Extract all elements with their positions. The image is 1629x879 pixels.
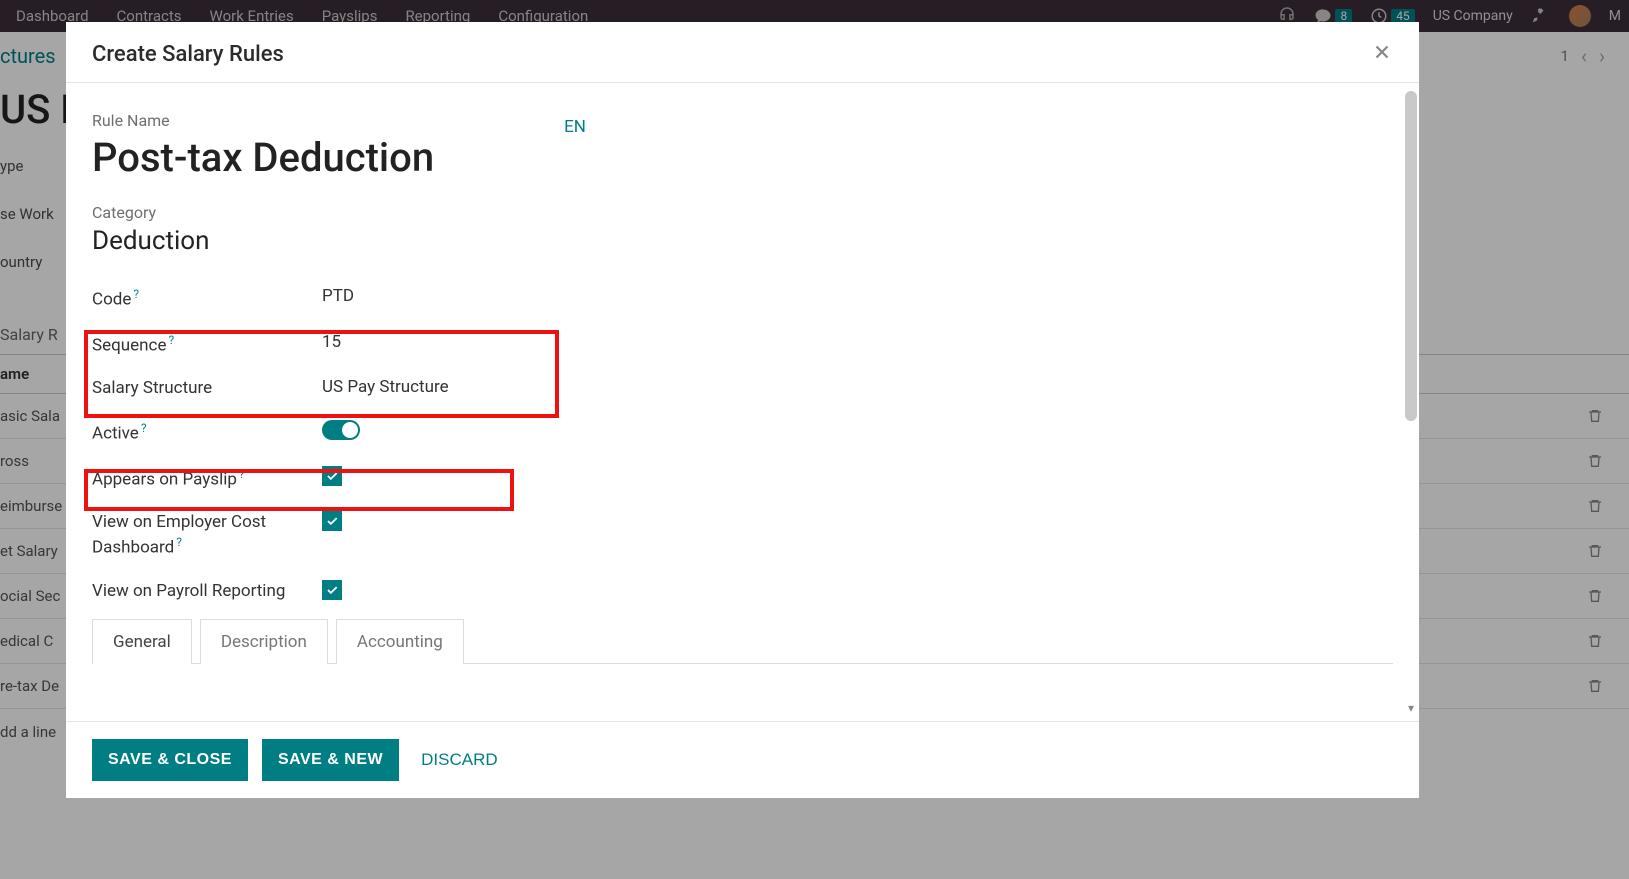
rule-name-label: Rule Name — [92, 111, 434, 130]
help-icon[interactable]: ? — [141, 421, 147, 435]
save-new-button[interactable]: SAVE & NEW — [262, 739, 399, 781]
field-payroll-reporting: View on Payroll Reporting — [92, 570, 622, 613]
modal-footer: SAVE & CLOSE SAVE & NEW DISCARD — [66, 721, 1419, 798]
structure-input[interactable]: US Pay Structure — [322, 377, 449, 397]
sequence-label: Sequence — [92, 335, 166, 355]
field-employer-cost: View on Employer Cost Dashboard? — [92, 501, 622, 570]
field-appears-on-payslip: Appears on Payslip? — [92, 456, 622, 502]
help-icon[interactable]: ? — [176, 535, 182, 549]
rule-name-input[interactable]: Post-tax Deduction — [92, 134, 434, 181]
reporting-checkbox[interactable] — [322, 580, 342, 600]
field-code: Code? PTD — [92, 276, 622, 322]
field-active: Active? — [92, 410, 622, 456]
create-salary-rules-modal: Create Salary Rules ▾ Rule Name Post-tax… — [66, 22, 1419, 798]
help-icon[interactable]: ? — [239, 467, 245, 481]
active-toggle[interactable] — [322, 420, 360, 440]
modal-title: Create Salary Rules — [92, 42, 284, 67]
help-icon[interactable]: ? — [168, 333, 174, 347]
category-label: Category — [92, 203, 1393, 222]
scroll-down-icon[interactable]: ▾ — [1405, 701, 1417, 715]
save-close-button[interactable]: SAVE & CLOSE — [92, 739, 248, 781]
language-button[interactable]: EN — [564, 117, 586, 137]
tab-general[interactable]: General — [92, 619, 192, 664]
code-input[interactable]: PTD — [322, 286, 354, 306]
modal-header: Create Salary Rules — [66, 22, 1419, 83]
code-label: Code — [92, 290, 131, 310]
scrollbar-thumb[interactable] — [1405, 91, 1417, 421]
category-input[interactable]: Deduction — [92, 226, 1393, 256]
sequence-input[interactable]: 15 — [322, 332, 341, 352]
tab-description[interactable]: Description — [200, 619, 328, 664]
appears-label: Appears on Payslip — [92, 469, 237, 489]
reporting-label: View on Payroll Reporting — [92, 581, 285, 601]
help-icon[interactable]: ? — [133, 287, 139, 301]
close-icon[interactable] — [1371, 40, 1393, 68]
appears-checkbox[interactable] — [322, 466, 342, 486]
field-structure: Salary Structure US Pay Structure — [92, 367, 622, 410]
field-sequence: Sequence? 15 — [92, 322, 622, 368]
tab-accounting[interactable]: Accounting — [336, 619, 464, 664]
active-label: Active — [92, 424, 139, 444]
employer-checkbox[interactable] — [322, 511, 342, 531]
field-grid: Code? PTD Sequence? 15 Salary Structure … — [92, 276, 622, 613]
structure-label: Salary Structure — [92, 378, 212, 398]
tabs: General Description Accounting — [92, 619, 1393, 664]
modal-body: ▾ Rule Name Post-tax Deduction EN Catego… — [66, 83, 1419, 721]
discard-button[interactable]: DISCARD — [413, 738, 506, 782]
